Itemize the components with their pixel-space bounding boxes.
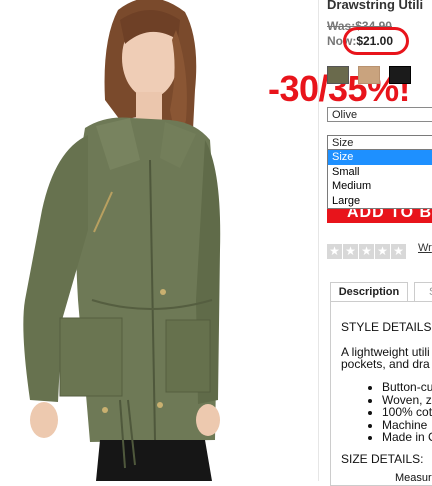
swatch-olive[interactable] <box>327 66 349 84</box>
measure-text: Measure <box>395 472 432 484</box>
star-icon: ★ <box>391 244 406 259</box>
list-item: Button-cu <box>382 381 432 394</box>
size-select[interactable]: Size <box>327 135 432 150</box>
detail-bullets: Button-cu Woven, z 100% cot Machine Made… <box>368 381 432 444</box>
description-line-2: pockets, and dra <box>341 357 430 371</box>
tab-other[interactable]: S <box>414 282 432 302</box>
price-highlight-circle <box>343 27 409 55</box>
tab-description[interactable]: Description <box>330 282 408 302</box>
rating-stars: ★ ★ ★ ★ ★ <box>327 244 406 259</box>
write-review-link[interactable]: Wr <box>418 242 432 254</box>
list-item: Made in C <box>382 431 432 444</box>
star-icon: ★ <box>359 244 374 259</box>
size-option-medium[interactable]: Medium <box>328 179 432 194</box>
swatch-tan[interactable] <box>358 66 380 84</box>
size-option-large[interactable]: Large <box>328 194 432 209</box>
list-item: 100% cot <box>382 406 432 419</box>
color-select[interactable]: Olive <box>327 107 432 122</box>
size-details-heading: SIZE DETAILS: <box>341 452 424 466</box>
star-icon: ★ <box>343 244 358 259</box>
star-icon: ★ <box>375 244 390 259</box>
swatch-black[interactable] <box>389 66 411 84</box>
star-icon: ★ <box>327 244 342 259</box>
size-dropdown: Size Small Medium Large <box>327 149 432 209</box>
size-option-small[interactable]: Small <box>328 165 432 180</box>
style-details-heading: STYLE DETAILS <box>341 320 432 334</box>
product-title: Drawstring Utili <box>327 0 424 12</box>
size-option-size[interactable]: Size <box>328 150 432 165</box>
